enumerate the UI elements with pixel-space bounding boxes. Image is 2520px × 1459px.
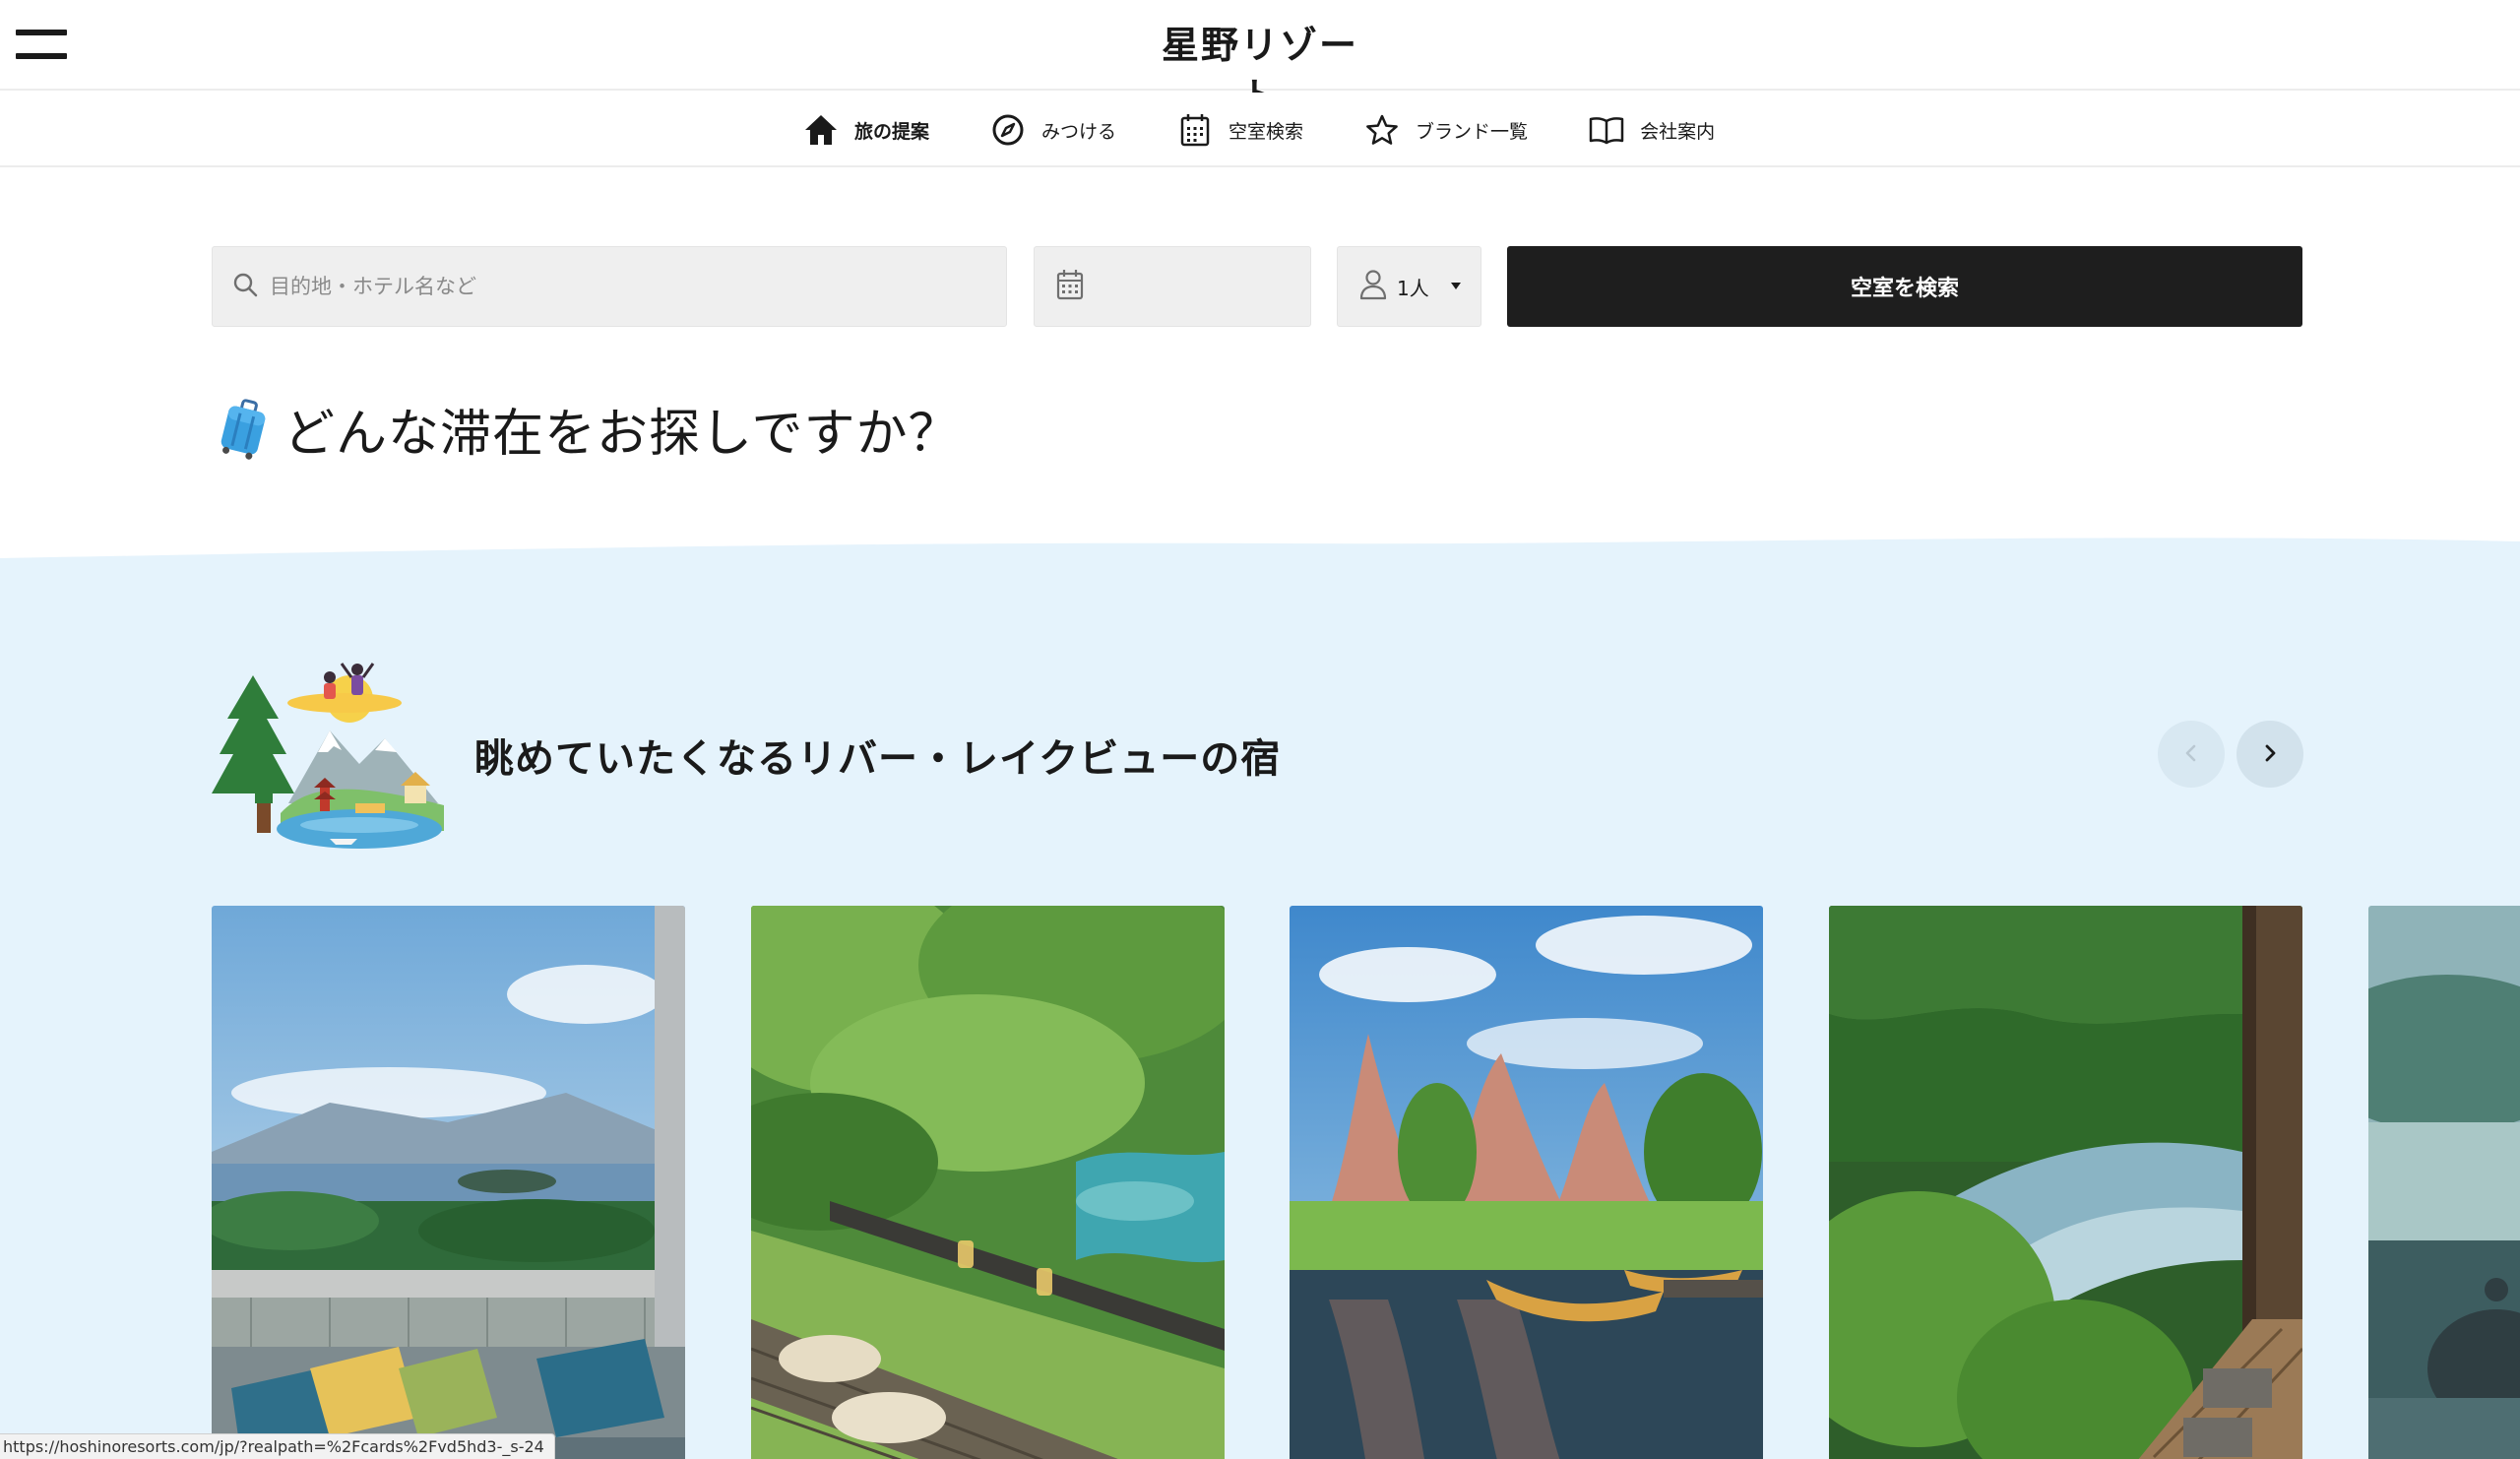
nav-item-company[interactable]: 会社案内 xyxy=(1589,93,1715,167)
destination-input[interactable] xyxy=(270,275,978,298)
search-icon xyxy=(232,272,258,301)
resort-card[interactable] xyxy=(212,906,685,1459)
section-title: 眺めていたくなるリバー・レイクビューの宿 xyxy=(474,736,1282,782)
nav-item-discover[interactable]: みつける xyxy=(990,93,1116,167)
calendar-icon xyxy=(1177,112,1213,148)
site-header: 星野リゾート xyxy=(0,0,2520,118)
resort-card[interactable] xyxy=(2368,906,2520,1459)
star-icon xyxy=(1364,112,1400,148)
chevron-right-icon xyxy=(2259,742,2281,767)
carousel-next-button[interactable] xyxy=(2236,721,2303,788)
nav-item-brands[interactable]: ブランド一覧 xyxy=(1364,93,1528,167)
hamburger-menu-icon[interactable] xyxy=(16,28,69,61)
main-nav: 旅の提案 みつける 空室検索 ブランド一覧 会社案内 xyxy=(0,93,2520,167)
search-availability-button[interactable]: 空室を検索 xyxy=(1507,246,2302,327)
search-bar: 1人 空室を検索 xyxy=(212,246,2302,327)
resort-card[interactable] xyxy=(751,906,1225,1459)
chevron-left-icon xyxy=(2180,742,2202,767)
page-title-row: どんな滞在をお探しですか？ xyxy=(215,394,961,464)
suitcase-icon xyxy=(215,397,272,460)
resort-card-image xyxy=(751,906,1225,1459)
destination-field[interactable] xyxy=(212,246,1007,327)
nav-label: 空室検索 xyxy=(1228,120,1304,143)
resort-card-image xyxy=(1290,906,1763,1459)
guest-selector[interactable]: 1人 xyxy=(1337,246,1481,327)
resort-card-image xyxy=(1829,906,2302,1459)
status-bar-url: https://hoshinoresorts.com/jp/?realpath=… xyxy=(0,1433,555,1459)
book-icon xyxy=(1589,112,1624,148)
lake-view-illustration xyxy=(212,656,444,853)
nav-item-travel-proposals[interactable]: 旅の提案 xyxy=(803,93,929,167)
nav-label: 旅の提案 xyxy=(854,120,930,143)
nav-label: みつける xyxy=(1041,120,1117,143)
guest-count: 1人 xyxy=(1397,276,1429,300)
nav-label: 会社案内 xyxy=(1640,120,1716,143)
nav-label: ブランド一覧 xyxy=(1416,120,1529,143)
resort-card-image xyxy=(2368,906,2520,1459)
home-icon xyxy=(803,112,839,148)
site-logo[interactable]: 星野リゾート xyxy=(1162,20,1358,118)
caret-down-icon xyxy=(1451,283,1461,289)
date-field[interactable] xyxy=(1034,246,1311,327)
compass-icon xyxy=(990,112,1026,148)
nav-item-availability[interactable]: 空室検索 xyxy=(1177,93,1303,167)
calendar-icon xyxy=(1056,269,1084,304)
page-title: どんな滞在をお探しですか？ xyxy=(284,404,961,464)
resort-card-image xyxy=(212,906,685,1459)
resort-card[interactable] xyxy=(1829,906,2302,1459)
resort-card[interactable] xyxy=(1290,906,1763,1459)
person-icon xyxy=(1359,269,1387,304)
carousel-prev-button[interactable] xyxy=(2158,721,2225,788)
